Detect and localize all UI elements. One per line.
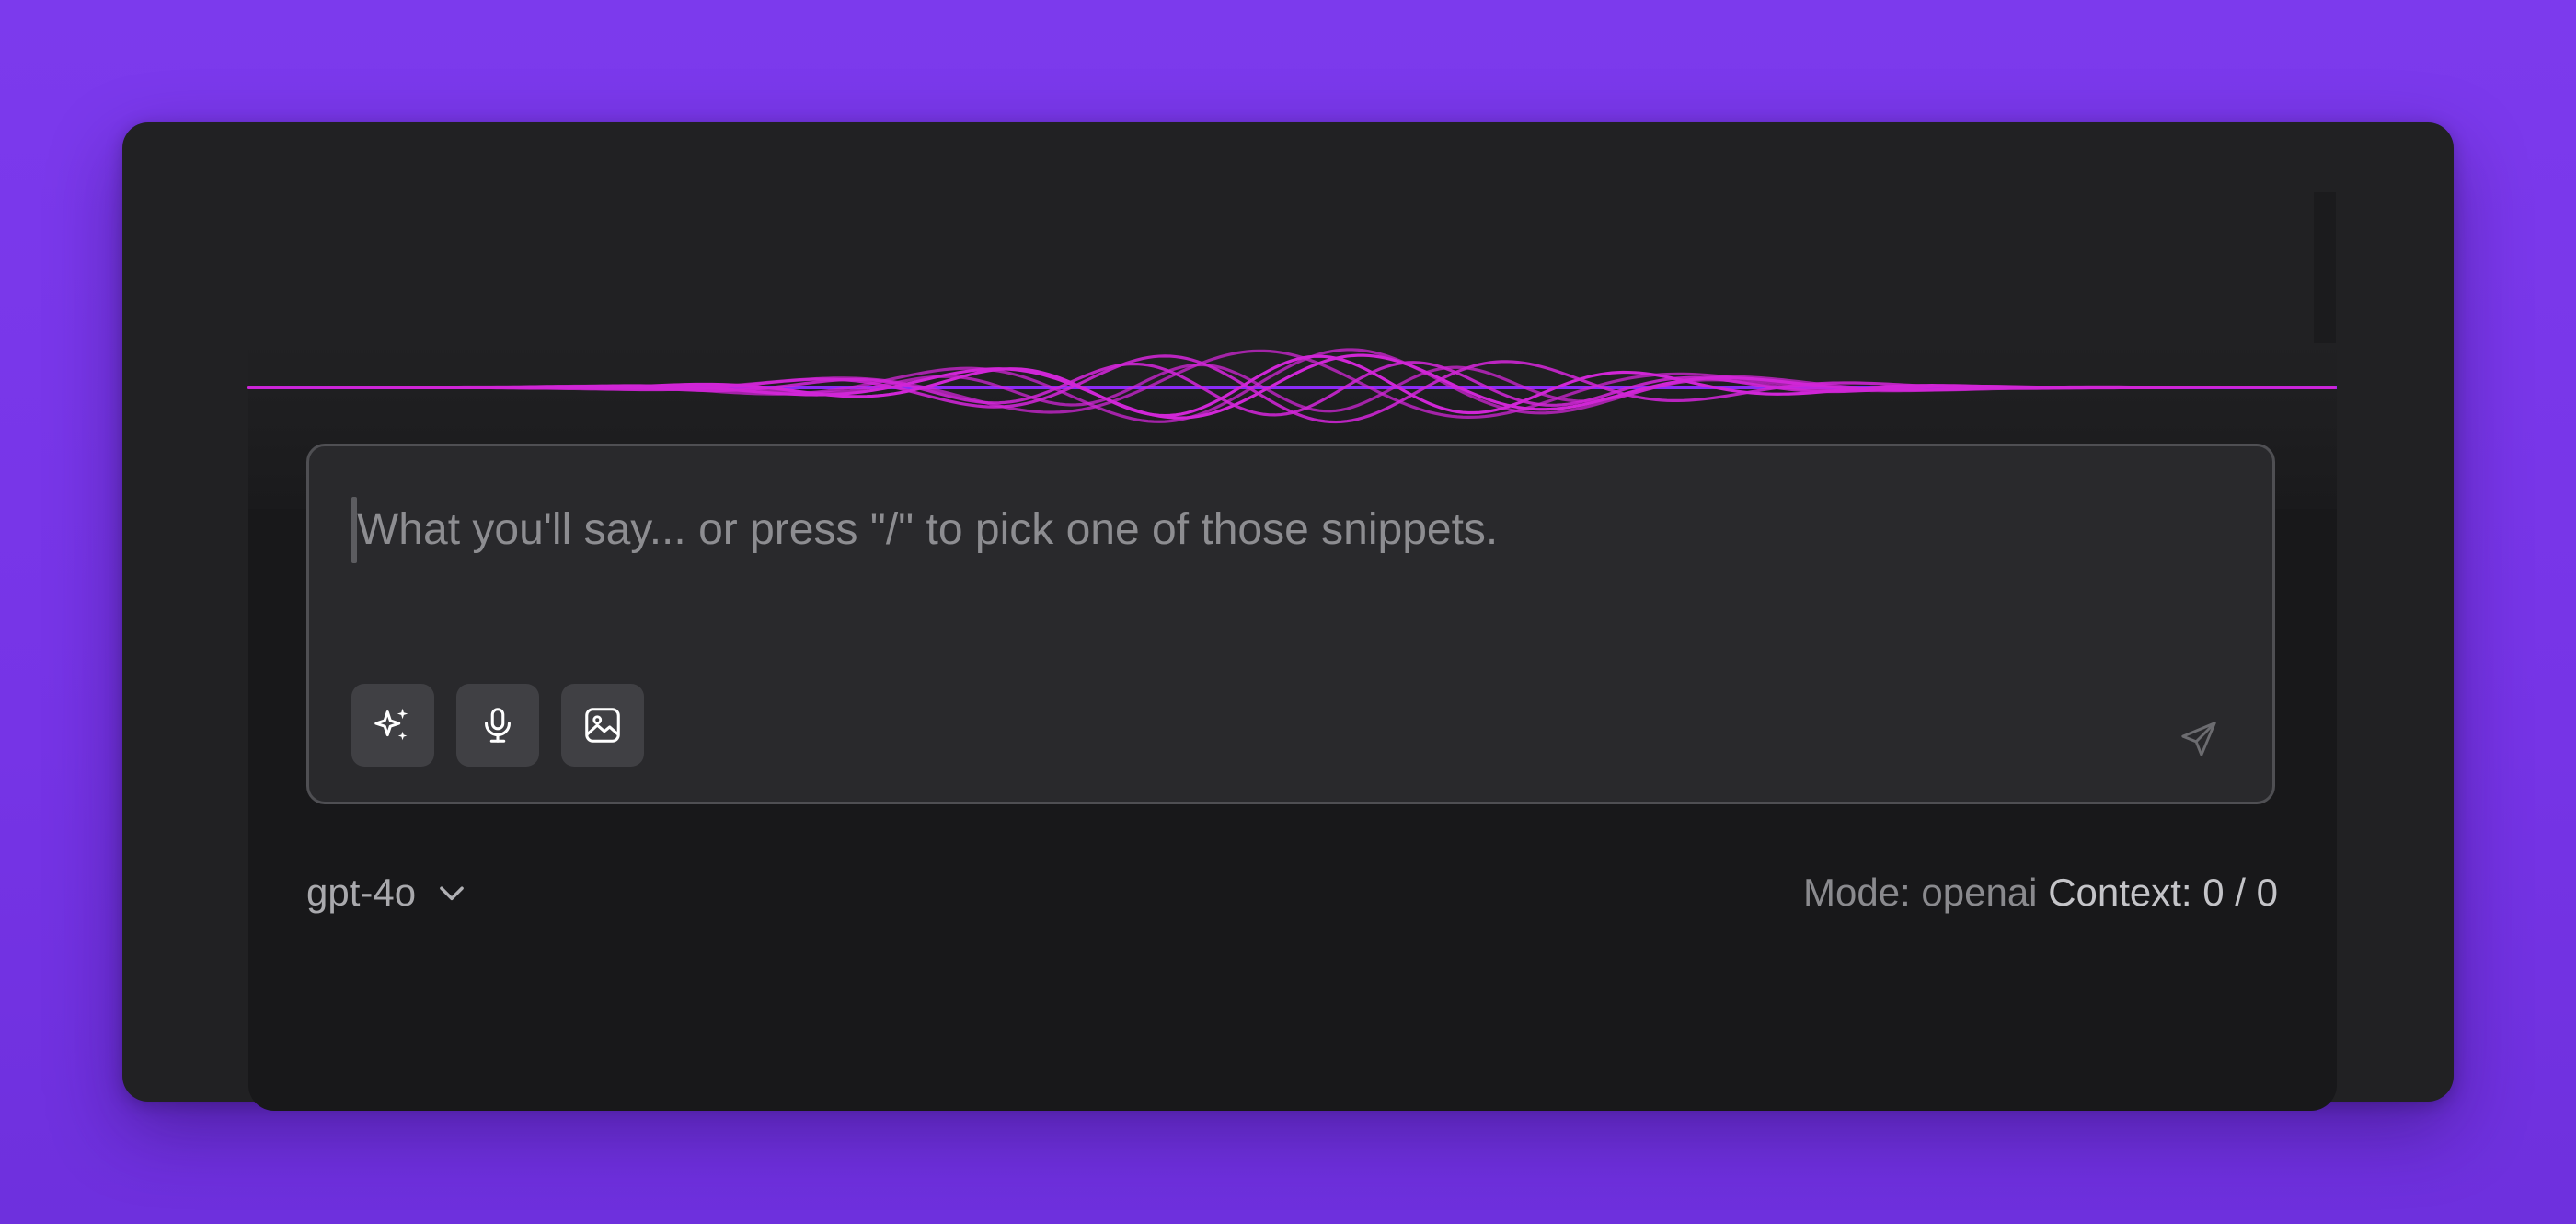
send-icon [2181,722,2216,756]
input-placeholder: What you'll say... or press "/" to pick … [357,505,1499,554]
ai-assist-button[interactable] [351,684,434,767]
send-button[interactable] [2175,715,2223,763]
status-bar: Mode: openai Context: 0 / 0 [1104,867,2278,918]
model-name: gpt-4o [306,871,417,914]
chevron-down-icon [440,886,464,901]
microphone-icon [485,708,511,743]
attach-image-button[interactable] [561,684,644,767]
mode-label: Mode: openai [1802,871,2038,914]
voice-input-button[interactable] [456,684,539,767]
sparkles-icon [374,708,408,741]
model-selector[interactable]: gpt-4o [306,867,469,918]
audio-waveform [247,348,2337,424]
context-label: Context: 0 / 0 [2048,871,2278,914]
image-icon [585,708,620,743]
message-input[interactable]: What you'll say... or press "/" to pick … [306,444,2275,804]
